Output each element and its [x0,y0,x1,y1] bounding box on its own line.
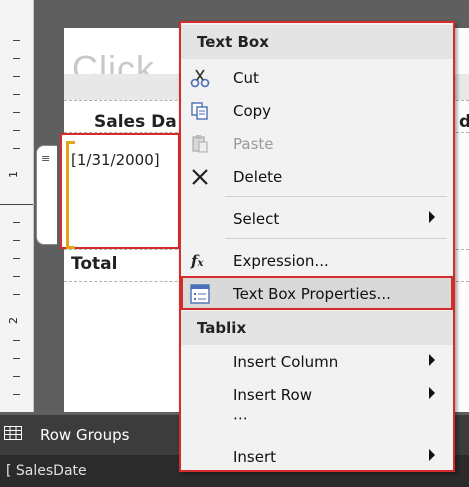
group-bracket-glyph: [ [6,463,16,479]
delete-x-icon [192,169,208,185]
ruler-tick [13,222,20,223]
menu-item-expression[interactable]: fx Expression... [181,244,453,276]
sales-date-group-item[interactable]: [ SalesDate [6,463,87,479]
context-menu[interactable]: Text Box Cut Copy Paste Delete Select fx… [179,21,455,472]
cut-label: Cut [233,69,259,87]
ruler-tick [13,94,20,95]
insert-row-label: Insert Row [233,386,312,404]
ruler-tick [13,76,20,77]
text-box-section-header: Text Box [181,25,453,59]
menu-item-cut[interactable]: Cut [181,61,453,93]
submenu-arrow-icon [429,211,435,223]
copy-icon [191,102,208,120]
tablix-section-header: Tablix [181,311,453,345]
tablix-header-label: Tablix [197,319,247,337]
ruler-tick [13,276,20,277]
ruler-tick [13,258,20,259]
row-handle-grip-icon: ≡ [41,152,51,165]
select-label: Select [233,210,280,228]
copy-label: Copy [233,102,272,120]
ruler-tick [13,394,20,395]
menu-item-insert[interactable]: Insert [181,440,453,472]
menu-more-ellipsis: ⋯ [181,407,453,433]
sales-date-column-header[interactable]: Sales Da [94,112,177,132]
menu-item-select[interactable]: Select [181,202,453,234]
ruler-tick [13,112,20,113]
table-grid-icon [4,426,22,440]
sales-date-value: [1/31/2000] [71,151,160,169]
paste-icon [192,135,208,153]
ruler-tick [13,240,20,241]
menu-item-delete[interactable]: Delete [181,160,453,192]
row-group-handle[interactable]: ≡ [36,145,57,245]
menu-item-insert-row[interactable]: Insert Row [181,378,453,410]
function-fx-icon: fx [191,252,204,270]
text-box-properties-label: Text Box Properties... [233,285,391,303]
ruler-tick [13,130,20,131]
insert-label: Insert [233,448,277,466]
ruler-major-tick [0,204,33,205]
expression-label: Expression... [233,252,329,270]
row-groups-label: Row Groups [40,426,130,444]
ruler-tick [13,58,20,59]
paste-label: Paste [233,135,274,153]
delete-label: Delete [233,168,283,186]
selected-text-box[interactable]: [1/31/2000] [60,133,180,249]
menu-item-insert-column[interactable]: Insert Column [181,345,453,377]
scissors-icon [190,69,210,88]
next-column-header[interactable]: du [459,112,469,132]
ellipsis-glyph: ⋯ [233,409,248,427]
ruler-tick [13,148,20,149]
menu-item-paste[interactable]: Paste [181,127,453,159]
ruler-label-2: 2 [7,317,20,324]
total-cell[interactable]: Total [71,254,117,274]
insert-column-label: Insert Column [233,353,339,371]
ruler-tick [13,294,20,295]
vertical-ruler: 1 2 [0,0,34,412]
menu-item-text-box-properties[interactable]: Text Box Properties... [181,276,453,310]
ruler-tick [13,340,20,341]
sales-date-group-label: SalesDate [15,463,87,479]
menu-item-copy[interactable]: Copy [181,94,453,126]
menu-separator [225,238,447,239]
text-box-header-label: Text Box [197,33,269,51]
submenu-arrow-icon [429,387,435,399]
submenu-arrow-icon [429,354,435,366]
properties-icon [190,284,210,304]
ruler-tick [13,376,20,377]
ruler-label-1: 1 [7,171,20,178]
ruler-tick [13,40,20,41]
submenu-arrow-icon [429,449,435,461]
menu-separator [225,196,447,197]
ruler-tick [13,358,20,359]
